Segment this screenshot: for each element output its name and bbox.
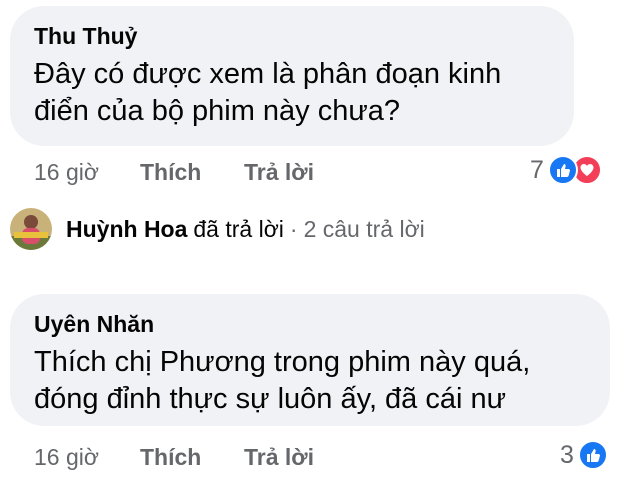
reply-author: Huỳnh Hoa [66, 215, 188, 242]
comment-actions-2: 16 giờ Thích Trả lời [34, 443, 594, 473]
reply-action-text: đã trả lời [193, 215, 284, 242]
comment-bubble-2: Uyên Nhăn Thích chị Phương trong phim nà… [10, 294, 610, 426]
comment-actions-1: 16 giờ Thích Trả lời [34, 158, 594, 188]
comment-text: Đây có được xem là phân đoạn kinh điển c… [34, 56, 550, 130]
comment-text: Thích chị Phương trong phim này quá, đón… [34, 344, 586, 418]
comment-text-line: đóng đỉnh thực sự luôn ấy, đã cái nư [34, 383, 507, 415]
reply-button[interactable]: Trả lời [244, 443, 314, 471]
reaction-count: 3 [560, 440, 574, 469]
comment-text-line: Thích chị Phương trong phim này quá, [34, 346, 531, 378]
like-icon [577, 440, 608, 470]
reaction-summary-1[interactable]: 7 [530, 155, 602, 185]
separator-dot: · [289, 215, 298, 242]
comment-author[interactable]: Uyên Nhăn [34, 310, 586, 338]
avatar[interactable] [10, 208, 52, 250]
comment-timestamp[interactable]: 16 giờ [34, 443, 99, 471]
like-button[interactable]: Thích [140, 443, 201, 471]
reply-button[interactable]: Trả lời [244, 158, 314, 186]
reaction-summary-2[interactable]: 3 [560, 440, 608, 470]
reply-count: 2 câu trả lời [303, 215, 425, 242]
like-icon [547, 155, 578, 185]
comment-text-line: Đây có được xem là phân đoạn kinh [34, 58, 502, 90]
comment-author[interactable]: Thu Thuỷ [34, 22, 550, 50]
like-button[interactable]: Thích [140, 158, 201, 186]
comment-bubble-1: Thu Thuỷ Đây có được xem là phân đoạn ki… [10, 6, 574, 146]
comment-timestamp[interactable]: 16 giờ [34, 158, 99, 186]
comment-text-line: điển của bộ phim này chưa? [34, 95, 401, 127]
view-replies-link[interactable]: Huỳnh Hoa đã trả lời · 2 câu trả lời [10, 208, 425, 250]
reaction-count: 7 [530, 155, 544, 184]
